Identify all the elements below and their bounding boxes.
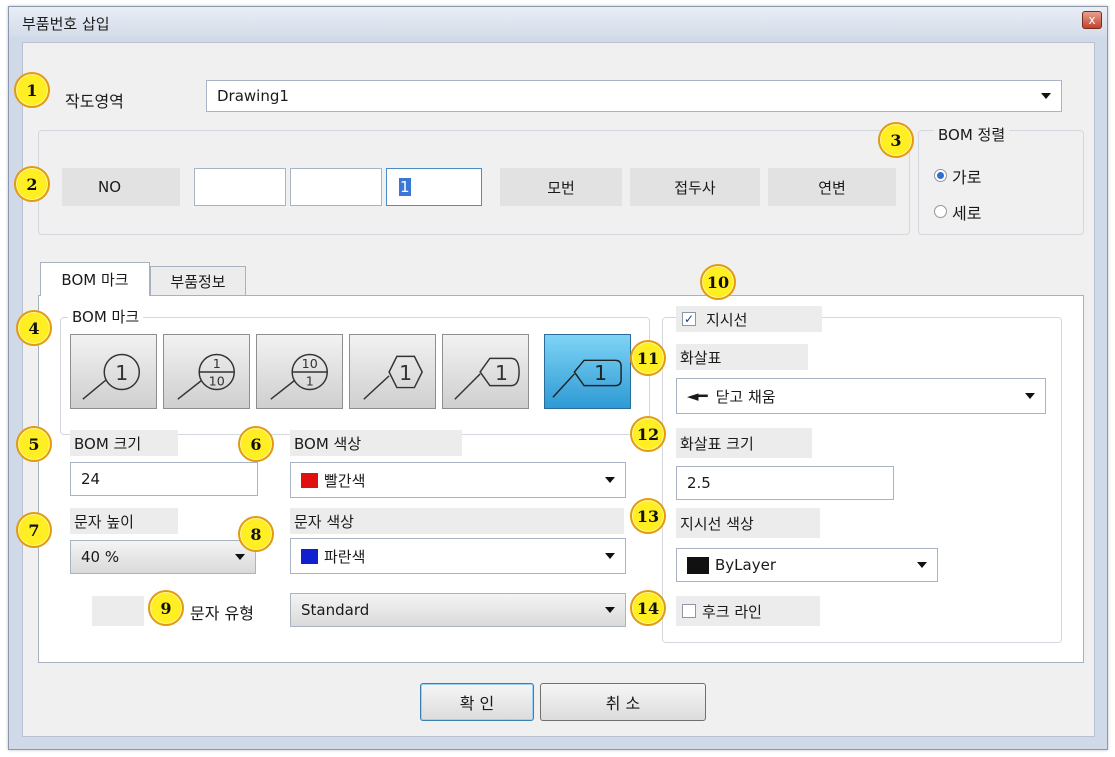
rounded-tag-mark-icon: 1	[454, 357, 520, 400]
leader-label: 지시선	[676, 306, 822, 332]
svg-text:1: 1	[213, 356, 221, 371]
arrow-type-value: 닫고 채움	[715, 387, 776, 406]
callout-badge: 1	[14, 72, 50, 108]
text-color-label: 문자 색상	[290, 508, 624, 534]
rounded-tag-mark-number: 1	[495, 361, 508, 385]
dialog-title: 부품번호 삽입	[22, 15, 110, 33]
number-field-1[interactable]	[194, 168, 286, 206]
number-field-3[interactable]: 1	[386, 168, 482, 206]
radio-horizontal-label: 가로	[952, 168, 982, 187]
bom-color-value: 빨간색	[324, 471, 366, 490]
text-height-select[interactable]: 40 %	[70, 540, 256, 574]
leader-color-value: ByLayer	[715, 556, 776, 574]
text-height-value: 40 %	[81, 548, 120, 566]
bom-sort-label: BOM 정렬	[934, 124, 1010, 145]
radio-vertical-label: 세로	[952, 204, 982, 223]
bom-mark-tag-button[interactable]: 1	[544, 334, 631, 409]
callout-badge: 2	[14, 166, 50, 202]
text-style-label-bg	[92, 596, 144, 626]
bom-size-input[interactable]: 24	[70, 462, 258, 496]
hook-line-checkbox[interactable]	[682, 604, 696, 618]
callout-badge: 14	[630, 590, 666, 626]
bom-mark-divided-circle-button[interactable]: 1 10	[163, 334, 250, 409]
svg-text:1: 1	[306, 374, 314, 389]
column-label-serial: 연변	[768, 168, 896, 206]
bom-color-swatch	[301, 472, 318, 488]
arrow-type-select[interactable]: ◄━ 닫고 채움	[676, 378, 1046, 414]
callout-badge: 5	[16, 426, 52, 462]
chevron-down-icon	[1025, 393, 1035, 399]
callout-badge: 13	[630, 498, 666, 534]
callout-badge: 12	[630, 416, 666, 452]
text-color-swatch	[301, 548, 318, 564]
chevron-down-icon	[235, 554, 245, 560]
bom-color-label: BOM 색상	[290, 430, 462, 456]
crossed-circle-mark-icon: 10 1	[270, 353, 328, 400]
bom-mark-hexagon-button[interactable]: 1	[349, 334, 436, 409]
chevron-down-icon	[605, 553, 615, 559]
number-field-2[interactable]	[290, 168, 382, 206]
bom-mark-rounded-tag-button[interactable]: 1	[442, 334, 529, 409]
callout-badge: 4	[16, 310, 52, 346]
chevron-down-icon	[605, 477, 615, 483]
leader-color-select[interactable]: ByLayer	[676, 548, 938, 582]
leader-color-label: 지시선 색상	[676, 508, 820, 538]
hexagon-mark-number: 1	[399, 361, 412, 385]
callout-badge: 8	[238, 516, 274, 552]
callout-badge: 6	[238, 426, 274, 462]
leader-checkbox[interactable]: ✓	[682, 312, 696, 326]
text-style-value: Standard	[301, 601, 370, 619]
drawing-area-value: Drawing1	[217, 87, 289, 105]
text-style-select[interactable]: Standard	[290, 593, 626, 627]
column-label-prefix: 접두사	[630, 168, 760, 206]
arrow-left-icon: ◄━	[687, 387, 708, 405]
callout-badge: 9	[148, 590, 184, 626]
tag-mark-icon: 1	[552, 359, 622, 398]
chevron-down-icon	[917, 562, 927, 568]
arrow-size-input[interactable]: 2.5	[676, 466, 894, 500]
callout-badge: 7	[16, 512, 52, 548]
tab-bom-mark[interactable]: BOM 마크	[40, 262, 150, 296]
svg-text:10: 10	[302, 356, 318, 371]
radio-horizontal[interactable]	[934, 169, 947, 182]
bom-mark-circle-button[interactable]: 1	[70, 334, 157, 409]
callout-badge: 11	[630, 340, 666, 376]
drawing-area-label: 작도영역	[65, 92, 124, 111]
chevron-down-icon	[605, 607, 615, 613]
text-color-select[interactable]: 파란색	[290, 538, 626, 574]
text-height-label: 문자 높이	[70, 508, 178, 534]
circle-mark-number: 1	[115, 361, 128, 385]
bom-color-select[interactable]: 빨간색	[290, 462, 626, 498]
bom-mark-crossed-circle-button[interactable]: 10 1	[256, 334, 343, 409]
column-label-mobeon: 모번	[500, 168, 622, 206]
tag-mark-number: 1	[594, 361, 607, 385]
text-style-label: 문자 유형	[190, 604, 254, 623]
arrow-label: 화살표	[676, 344, 808, 370]
hook-line-label: 후크 라인	[676, 596, 820, 626]
drawing-area-select[interactable]: Drawing1	[206, 80, 1062, 112]
circle-mark-icon: 1	[82, 353, 141, 400]
no-label: NO	[62, 168, 180, 206]
cancel-button[interactable]: 취 소	[540, 683, 706, 721]
close-button[interactable]: x	[1082, 11, 1102, 29]
text-color-value: 파란색	[324, 547, 366, 566]
hexagon-mark-icon: 1	[363, 355, 424, 400]
number-field-3-value: 1	[399, 178, 411, 196]
arrow-size-label: 화살표 크기	[676, 428, 812, 458]
chevron-down-icon	[1041, 93, 1051, 99]
callout-badge: 10	[700, 264, 736, 300]
close-icon: x	[1088, 13, 1096, 27]
bom-mark-group-label: BOM 마크	[68, 306, 144, 327]
svg-text:10: 10	[209, 374, 225, 389]
divided-circle-mark-icon: 1 10	[177, 353, 235, 400]
bom-size-label: BOM 크기	[70, 430, 178, 456]
leader-color-swatch	[687, 556, 709, 574]
ok-button[interactable]: 확 인	[420, 683, 534, 721]
radio-vertical[interactable]	[934, 205, 947, 218]
title-bar[interactable]	[9, 7, 1107, 37]
bom-sort-groupbox	[918, 130, 1084, 235]
callout-badge: 3	[878, 122, 914, 158]
tab-part-info[interactable]: 부품정보	[150, 266, 246, 296]
